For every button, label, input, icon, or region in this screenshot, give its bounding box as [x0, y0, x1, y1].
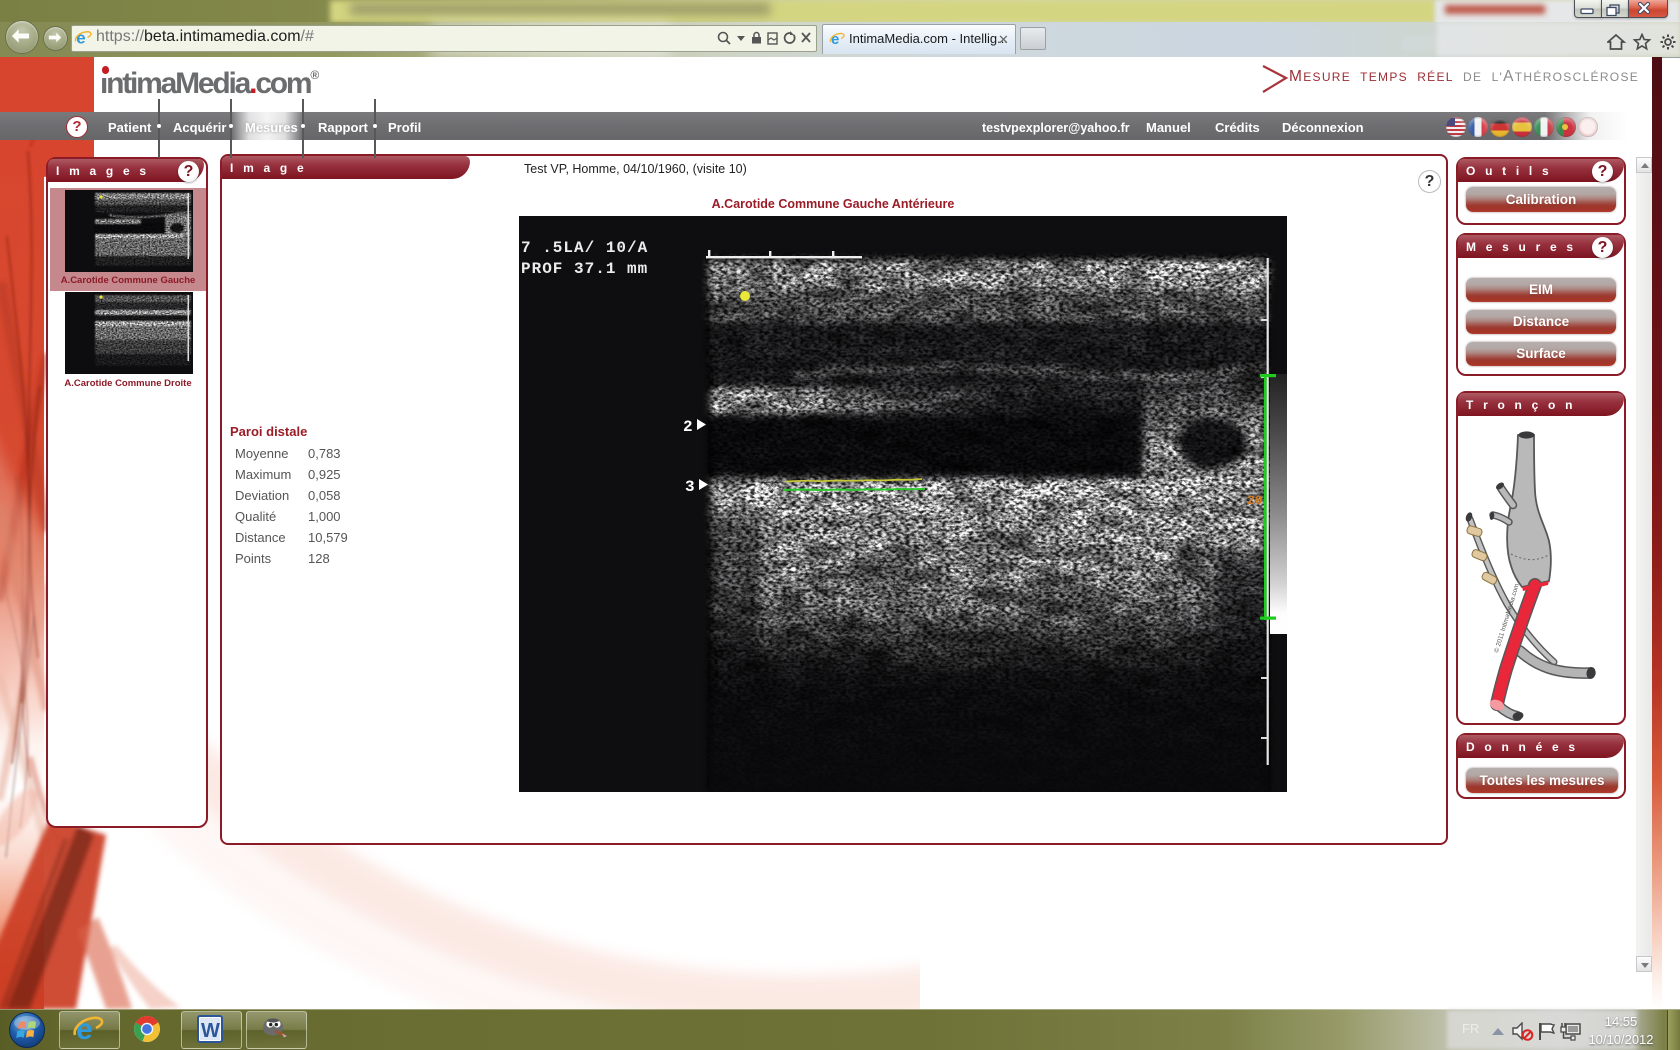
svg-text:7 .5LA/ 10/A: 7 .5LA/ 10/A [521, 239, 648, 257]
svg-text:20: 20 [1247, 493, 1263, 508]
svg-text:2: 2 [683, 418, 693, 436]
svg-text:PROF 37.1 mm: PROF 37.1 mm [521, 260, 648, 278]
svg-text:W: W [201, 1020, 220, 1042]
svg-text:3: 3 [685, 478, 695, 496]
